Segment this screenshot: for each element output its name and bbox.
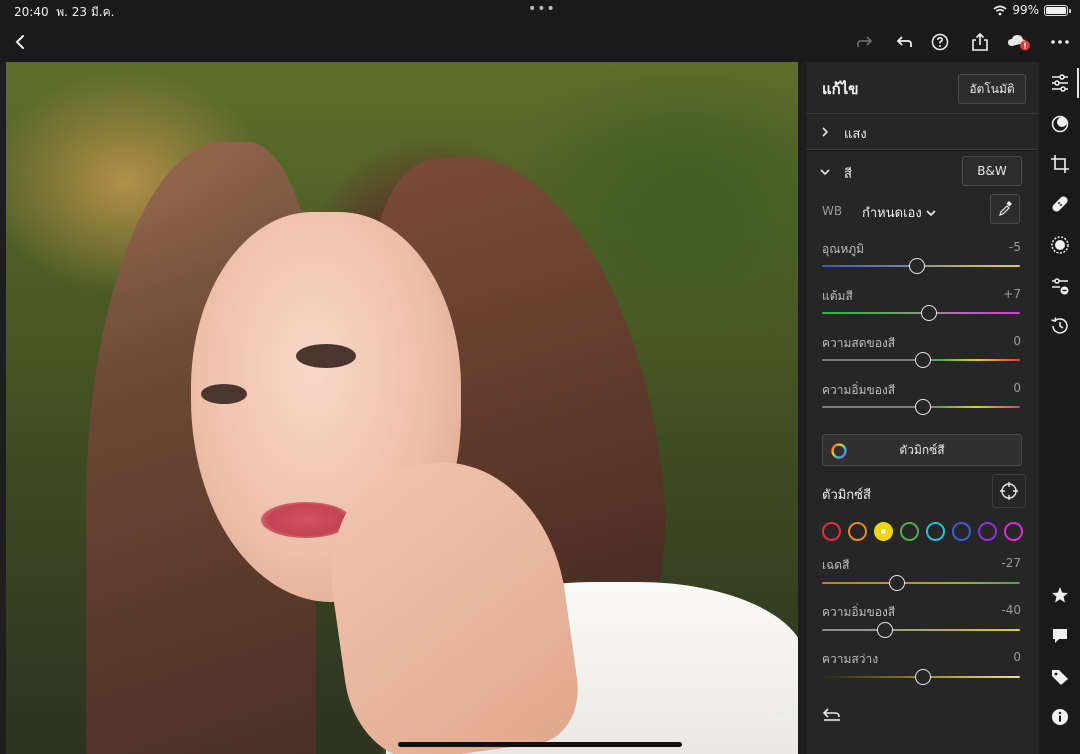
swatch-aqua[interactable]: [926, 522, 945, 541]
comment-icon[interactable]: [1048, 624, 1072, 648]
home-indicator: [398, 742, 682, 747]
luminance-value: 0: [1013, 650, 1021, 664]
tag-icon[interactable]: [1048, 665, 1072, 689]
more-icon[interactable]: [1046, 28, 1074, 56]
temperature-knob[interactable]: [909, 258, 926, 274]
help-icon[interactable]: [926, 28, 954, 56]
hue-value: -27: [1001, 556, 1021, 570]
redo-icon[interactable]: [851, 28, 879, 56]
history-icon[interactable]: [1048, 314, 1072, 338]
undo-icon[interactable]: [890, 28, 918, 56]
eyedropper-button[interactable]: [990, 194, 1020, 224]
active-tool-indicator: [1077, 68, 1079, 98]
saturation-knob[interactable]: [914, 399, 931, 415]
tint-knob[interactable]: [920, 305, 937, 321]
tint-label: แต้มสี: [822, 289, 853, 303]
crop-icon[interactable]: [1048, 152, 1072, 176]
info-icon[interactable]: [1048, 705, 1072, 729]
chevron-down-icon: [926, 210, 936, 217]
adjust-sliders-icon[interactable]: [1048, 71, 1072, 95]
mixer-title: ตัวมิกซ์สี: [822, 488, 871, 503]
photo-eye: [201, 384, 247, 404]
photo-canvas[interactable]: [6, 62, 798, 754]
swatch-yellow[interactable]: [874, 522, 893, 541]
luminance-label: ความสว่าง: [822, 652, 879, 666]
share-icon[interactable]: [966, 28, 994, 56]
status-bar: 20:40 พ. 23 มี.ค. ••• 99%: [0, 0, 1080, 22]
swatch-blue[interactable]: [952, 522, 971, 541]
mixer-saturation-slider[interactable]: [822, 629, 1020, 631]
panel-title: แก้ไข: [822, 80, 859, 98]
mixer-saturation-value: -40: [1001, 603, 1021, 617]
multitask-dots-icon[interactable]: •••: [528, 1, 556, 17]
wb-label: WB: [822, 204, 843, 218]
vibrance-label: ความสดของสี: [822, 336, 896, 350]
tint-value: +7: [1003, 287, 1021, 301]
target-adjust-button[interactable]: [992, 474, 1026, 508]
top-toolbar: [0, 22, 1080, 62]
vibrance-knob[interactable]: [914, 352, 931, 368]
saturation-value: 0: [1013, 381, 1021, 395]
wifi-icon: [993, 5, 1007, 15]
wb-select[interactable]: กำหนดเอง: [862, 202, 936, 223]
hue-slider[interactable]: [822, 582, 1020, 584]
swatch-orange[interactable]: [848, 522, 867, 541]
swatch-red[interactable]: [822, 522, 841, 541]
hue-knob[interactable]: [889, 575, 906, 591]
temperature-label: อุณหภูมิ: [822, 242, 865, 256]
eyedropper-icon: [999, 201, 1012, 216]
reset-icon[interactable]: [822, 706, 842, 726]
vibrance-value: 0: [1013, 334, 1021, 348]
presets-icon[interactable]: [1048, 274, 1072, 298]
color-mixer-button[interactable]: ตัวมิกซ์สี: [822, 434, 1022, 466]
tool-rail: [1040, 62, 1080, 754]
color-wheel-icon: [831, 443, 847, 459]
battery-percent: 99%: [1012, 3, 1039, 17]
back-icon[interactable]: [6, 28, 34, 56]
auto-button[interactable]: อัตโนมัติ: [958, 74, 1026, 104]
color-mixer-button-label: ตัวมิกซ์สี: [899, 442, 945, 457]
section-light-label: แสง: [844, 127, 867, 142]
temperature-value: -5: [1009, 240, 1021, 254]
cloud-sync-icon[interactable]: [1005, 28, 1033, 56]
luminance-knob[interactable]: [914, 669, 931, 685]
hue-label: เฉดสี: [822, 558, 850, 572]
status-time: 20:40 พ. 23 มี.ค.: [14, 5, 115, 19]
mixer-saturation-knob[interactable]: [877, 622, 894, 638]
chevron-right-icon: [822, 127, 829, 137]
photo-eye: [296, 344, 356, 368]
chevron-down-icon[interactable]: [820, 167, 830, 177]
section-light[interactable]: แสง: [806, 114, 1038, 150]
effects-icon[interactable]: [1048, 233, 1072, 257]
before-after-icon[interactable]: [772, 708, 792, 724]
color-swatches: [822, 522, 1023, 541]
bw-button[interactable]: B&W: [962, 156, 1022, 186]
healing-icon[interactable]: [1048, 192, 1072, 216]
panel-header: แก้ไข อัตโนมัติ: [806, 62, 1038, 114]
mixer-saturation-label: ความอิ่มของสี: [822, 605, 896, 619]
swatch-purple[interactable]: [978, 522, 997, 541]
rating-star-icon[interactable]: [1048, 583, 1072, 607]
battery-icon: [1044, 4, 1071, 16]
swatch-green[interactable]: [900, 522, 919, 541]
section-color-label[interactable]: สี: [844, 163, 852, 184]
saturation-label: ความอิ่มของสี: [822, 383, 896, 397]
edit-panel: แก้ไข อัตโนมัติ แสง สี B&W WB กำหนดเอง อ…: [806, 62, 1038, 754]
masking-icon[interactable]: [1048, 112, 1072, 136]
target-icon: [1000, 482, 1018, 500]
swatch-magenta[interactable]: [1004, 522, 1023, 541]
